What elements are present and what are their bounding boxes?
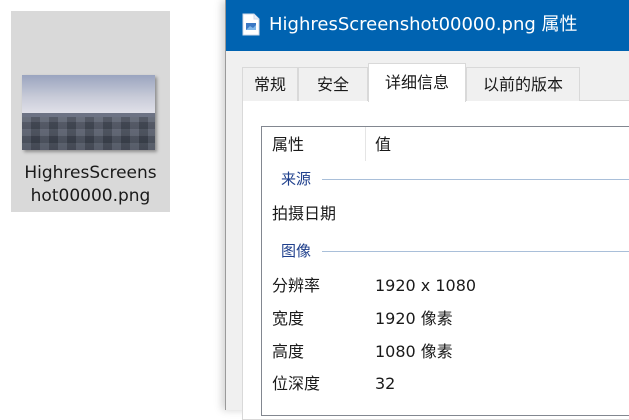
value-resolution[interactable]: 1920 x 1080: [375, 274, 476, 298]
column-divider[interactable]: [365, 127, 366, 161]
group-label-image: 图像: [281, 240, 318, 262]
property-width[interactable]: 宽度: [272, 307, 304, 331]
tab-general[interactable]: 常规: [242, 67, 298, 101]
desktop: HighresScreens hot00000.png HighresScree…: [0, 0, 629, 420]
properties-dialog: HighresScreenshot00000.png 属性 常规 安全 详细信息…: [225, 0, 629, 420]
file-name-line2: hot00000.png: [30, 186, 151, 206]
value-width[interactable]: 1920 像素: [375, 307, 453, 331]
value-bit-depth[interactable]: 32: [375, 372, 395, 396]
group-divider-image: [322, 251, 629, 252]
thumbnail-floor: [22, 113, 155, 150]
property-resolution[interactable]: 分辨率: [272, 274, 320, 298]
details-list[interactable]: 属性 值 来源 拍摄日期 图像 分辨率 1920 x 1080 宽度 1920 …: [261, 126, 629, 416]
property-bit-depth[interactable]: 位深度: [272, 372, 320, 396]
tab-previous-versions[interactable]: 以前的版本: [466, 67, 580, 101]
property-height[interactable]: 高度: [272, 340, 304, 364]
group-divider-source: [322, 179, 629, 180]
tab-details[interactable]: 详细信息: [368, 63, 466, 102]
group-label-source: 来源: [281, 168, 318, 190]
column-header-property[interactable]: 属性: [272, 133, 304, 157]
property-capture-date[interactable]: 拍摄日期: [272, 202, 336, 226]
file-icon: [242, 13, 260, 36]
image-thumbnail: [22, 75, 155, 150]
desktop-file-png[interactable]: HighresScreens hot00000.png: [11, 11, 170, 212]
thumbnail-sky: [22, 75, 155, 115]
file-name-line1: HighresScreens: [24, 163, 157, 183]
column-header-value[interactable]: 值: [375, 133, 391, 157]
value-height[interactable]: 1080 像素: [375, 340, 453, 364]
tab-strip: 常规 安全 详细信息 以前的版本: [242, 63, 629, 102]
tab-security[interactable]: 安全: [298, 67, 368, 101]
dialog-title: HighresScreenshot00000.png 属性: [269, 14, 578, 35]
file-name-label: HighresScreens hot00000.png: [11, 162, 170, 208]
title-bar[interactable]: HighresScreenshot00000.png 属性: [226, 0, 629, 51]
